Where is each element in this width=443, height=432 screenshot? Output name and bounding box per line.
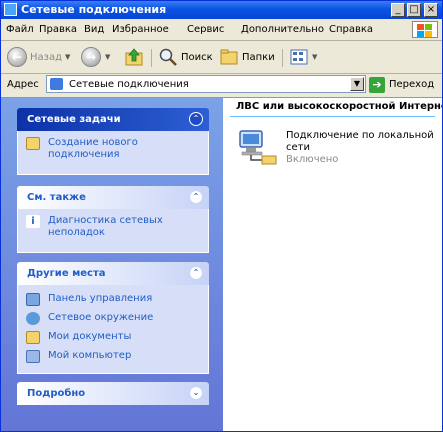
see-also-section: См. также ⌃ i Диагностика сетевых непола… (17, 186, 209, 253)
collapse-chevron-icon[interactable]: ⌃ (189, 112, 203, 126)
menu-view[interactable]: Вид (84, 24, 104, 35)
forward-button[interactable]: → ▼ (81, 46, 110, 68)
menu-file[interactable]: Файл (6, 24, 34, 35)
my-documents-link[interactable]: Мои документы (26, 331, 200, 347)
network-connections-icon (4, 3, 17, 16)
windows-logo-icon (412, 21, 438, 38)
details-header[interactable]: Подробно ⌄ (17, 382, 209, 405)
close-button[interactable]: × (424, 3, 438, 17)
toolbar-separator (282, 49, 283, 67)
control-panel-icon (26, 293, 40, 306)
forward-dropdown-icon[interactable]: ▼ (105, 53, 110, 61)
collapse-chevron-icon[interactable]: ⌃ (189, 190, 203, 204)
link-label: Панель управления (48, 293, 153, 304)
details-section: Подробно ⌄ (17, 382, 209, 405)
section-title: Другие места (27, 268, 106, 279)
forward-arrow-icon: → (81, 47, 101, 67)
my-computer-link[interactable]: Мой компьютер (26, 350, 200, 366)
address-value: Сетевые подключения (69, 79, 189, 90)
go-arrow-icon: ➔ (369, 76, 385, 93)
menu-favorites[interactable]: Избранное (112, 24, 169, 35)
menu-bar: Файл Правка Вид Избранное Сервис Дополни… (1, 19, 442, 41)
collapse-chevron-icon[interactable]: ⌃ (189, 266, 203, 280)
go-label: Переход (389, 79, 435, 90)
my-documents-icon (26, 331, 40, 344)
explorer-window: Сетевые подключения _ □ × Файл Правка Ви… (0, 0, 443, 432)
folders-label: Папки (242, 51, 275, 63)
views-dropdown-icon[interactable]: ▼ (312, 53, 317, 61)
address-label: Адрес (7, 79, 39, 90)
connection-name[interactable]: Подключение по локальной сети (286, 130, 434, 154)
address-input[interactable]: Сетевые подключения ▼ (46, 75, 366, 93)
folders-icon (220, 49, 238, 65)
address-dropdown-button[interactable]: ▼ (350, 77, 364, 91)
content-area: Сетевые задачи ⌃ Создание нового подключ… (1, 97, 442, 431)
maximize-button[interactable]: □ (407, 3, 421, 17)
minimize-button[interactable]: _ (391, 3, 405, 17)
views-button[interactable]: ▼ (289, 46, 317, 68)
section-body: i Диагностика сетевых неполадок (17, 209, 209, 253)
back-label: Назад (30, 51, 63, 63)
search-button[interactable]: Поиск (158, 46, 213, 68)
create-connection-link[interactable]: Создание нового подключения (26, 137, 200, 165)
section-title: Сетевые задачи (27, 114, 121, 125)
other-places-header[interactable]: Другие места ⌃ (17, 262, 209, 285)
menu-help[interactable]: Справка (329, 24, 373, 35)
group-title: ЛВС или высокоскоростной Интернет (236, 101, 443, 112)
title-bar[interactable]: Сетевые подключения _ □ × (1, 1, 442, 19)
search-icon (159, 48, 177, 66)
my-computer-icon (26, 350, 40, 363)
menu-edit[interactable]: Правка (39, 24, 77, 35)
network-connections-icon (50, 78, 63, 90)
new-connection-icon (26, 137, 40, 150)
up-folder-icon (125, 48, 143, 66)
group-header: ЛВС или высокоскоростной Интернет (230, 100, 442, 117)
back-button[interactable]: ← Назад ▼ (7, 46, 70, 68)
up-button[interactable] (124, 46, 144, 68)
section-title: См. также (27, 192, 86, 203)
section-body: Создание нового подключения (17, 131, 209, 175)
back-arrow-icon: ← (7, 47, 27, 67)
folders-button[interactable]: Папки (219, 46, 275, 68)
back-dropdown-icon[interactable]: ▼ (65, 53, 70, 61)
section-title: Подробно (27, 388, 86, 399)
views-icon (290, 49, 308, 65)
go-button[interactable]: ➔ Переход (369, 76, 434, 93)
network-tasks-header[interactable]: Сетевые задачи ⌃ (17, 108, 209, 131)
link-label: Мой компьютер (48, 350, 132, 361)
other-places-section: Другие места ⌃ Панель управления Сетевое… (17, 262, 209, 374)
task-pane: Сетевые задачи ⌃ Создание нового подключ… (1, 98, 223, 431)
lan-connection-icon[interactable] (238, 129, 278, 165)
address-bar: Адрес Сетевые подключения ▼ ➔ Переход (1, 74, 442, 96)
toolbar-separator (151, 49, 152, 67)
expand-chevron-icon[interactable]: ⌄ (189, 386, 203, 400)
diagnostics-link[interactable]: i Диагностика сетевых неполадок (26, 215, 200, 243)
menu-tools[interactable]: Сервис (187, 24, 224, 35)
info-icon: i (26, 215, 40, 228)
link-label: Сетевое окружение (48, 312, 154, 323)
network-tasks-section: Сетевые задачи ⌃ Создание нового подключ… (17, 108, 209, 175)
network-places-icon (26, 312, 40, 325)
section-body: Панель управления Сетевое окружение Мои … (17, 285, 209, 374)
network-places-link[interactable]: Сетевое окружение (26, 312, 200, 328)
window-title: Сетевые подключения (21, 3, 167, 16)
see-also-header[interactable]: См. также ⌃ (17, 186, 209, 209)
control-panel-link[interactable]: Панель управления (26, 293, 200, 309)
search-label: Поиск (181, 51, 213, 63)
menu-advanced[interactable]: Дополнительно (241, 24, 324, 35)
standard-toolbar: ← Назад ▼ → ▼ Поиск Папки ▼ (1, 41, 442, 74)
link-label: Диагностика сетевых неполадок (48, 215, 163, 238)
link-label: Создание нового подключения (48, 137, 138, 160)
connection-status: Включено (286, 154, 339, 165)
link-label: Мои документы (48, 331, 132, 342)
